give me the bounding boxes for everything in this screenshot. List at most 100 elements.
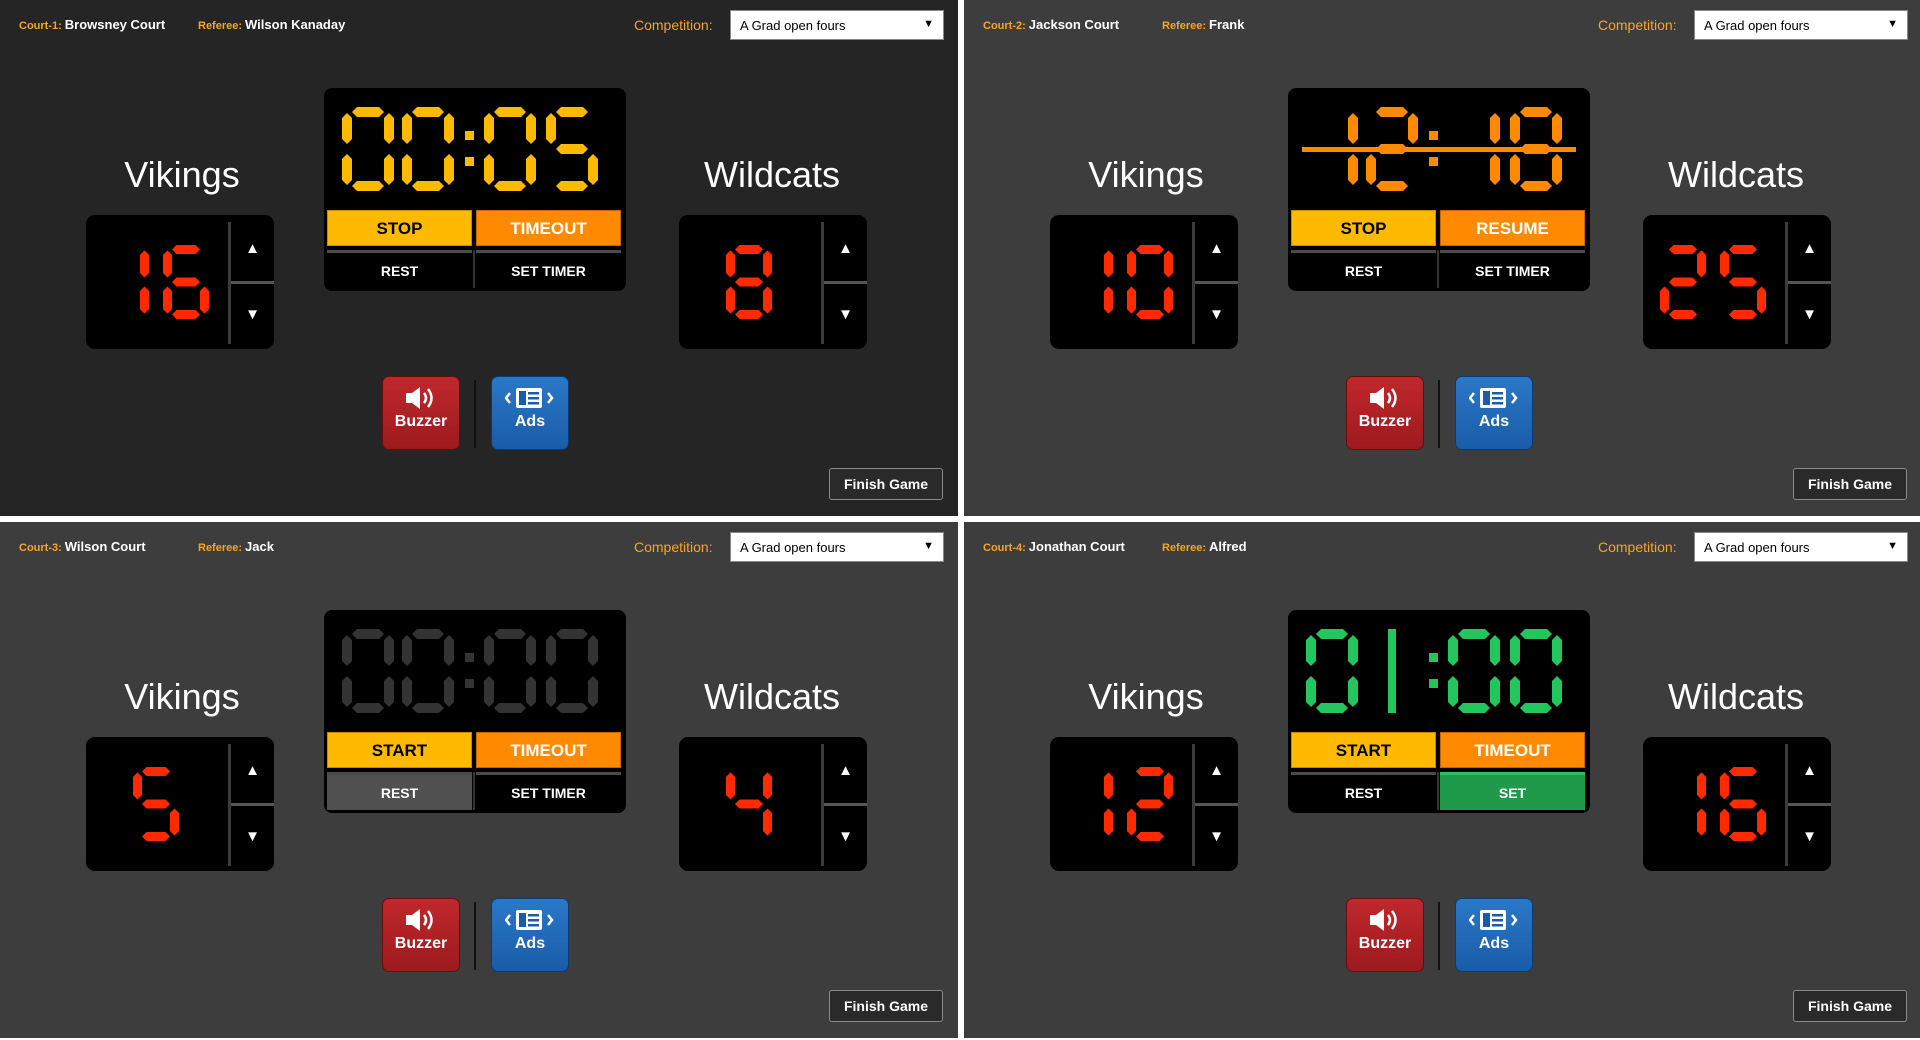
buzzer-button[interactable]: Buzzer [382, 898, 460, 972]
dropdown-arrow-icon: ▼ [1887, 18, 1898, 30]
score-up-right-button[interactable]: ▲ [824, 219, 867, 279]
triangle-down-icon: ▼ [245, 306, 260, 323]
set-timer-button[interactable]: SET TIMER [1440, 250, 1585, 288]
ads-label: Ads [1478, 935, 1510, 952]
buzzer-button[interactable]: Buzzer [1346, 376, 1424, 450]
divider [1438, 380, 1440, 448]
ads-label: Ads [1478, 413, 1510, 430]
court-name: Jonathan Court [1028, 539, 1125, 554]
rest-button[interactable]: REST [327, 772, 472, 810]
ad-panel-icon [1469, 388, 1518, 408]
triangle-up-icon: ▲ [838, 240, 853, 257]
score-box-right: ▲ ▼ [679, 215, 867, 349]
triangle-up-icon: ▲ [245, 240, 260, 257]
finish-game-button[interactable]: Finish Game [1793, 990, 1907, 1022]
team-name-right: Wildcats [703, 154, 841, 195]
score-down-left-button[interactable]: ▼ [1195, 807, 1238, 867]
buzzer-label: Buzzer [1358, 935, 1412, 952]
competition-value: A Grad open fours [740, 540, 846, 555]
finish-game-button[interactable]: Finish Game [829, 468, 943, 500]
score-down-right-button[interactable]: ▼ [824, 807, 867, 867]
competition-select[interactable]: A Grad open fours ▼ [1694, 532, 1908, 562]
score-up-left-button[interactable]: ▲ [231, 741, 274, 801]
divider [231, 281, 274, 284]
triangle-up-icon: ▲ [245, 762, 260, 779]
score-display-right [679, 754, 819, 854]
score-box-right: ▲ ▼ [679, 737, 867, 871]
speaker-volume-icon [406, 909, 433, 931]
score-down-right-button[interactable]: ▼ [1788, 807, 1831, 867]
rest-button[interactable]: REST [1291, 250, 1436, 288]
court-name: Browsney Court [64, 17, 166, 32]
referee-name: Alfred [1209, 539, 1247, 554]
referee-name: Jack [245, 539, 274, 554]
score-controls-left: ▲ ▼ [225, 737, 274, 871]
timer-primary-button[interactable]: STOP [1291, 210, 1436, 246]
team-name-right: Wildcats [703, 676, 841, 717]
score-display-right [1643, 754, 1783, 854]
team-name-right: Wildcats [1667, 676, 1805, 717]
ads-button[interactable]: Ads [1455, 898, 1533, 972]
referee-name: Wilson Kanaday [245, 17, 346, 32]
score-display-right [679, 232, 819, 332]
team-name-left: Vikings [1088, 154, 1204, 195]
competition-select[interactable]: A Grad open fours ▼ [1694, 10, 1908, 40]
score-box-left: ▲ ▼ [86, 215, 274, 349]
score-display-right [1643, 232, 1783, 332]
competition-select[interactable]: A Grad open fours ▼ [730, 10, 944, 40]
score-down-right-button[interactable]: ▼ [824, 285, 867, 345]
score-up-left-button[interactable]: ▲ [1195, 741, 1238, 801]
ads-button[interactable]: Ads [491, 898, 569, 972]
timer-primary-button[interactable]: START [1291, 732, 1436, 768]
score-down-left-button[interactable]: ▼ [231, 285, 274, 345]
ads-label: Ads [514, 413, 546, 430]
timer-digits-svg [342, 107, 598, 191]
score-up-right-button[interactable]: ▲ [824, 741, 867, 801]
divider [1437, 772, 1439, 810]
referee-info: Referee: Jack [198, 539, 274, 554]
divider [473, 250, 475, 288]
divider [824, 281, 867, 284]
score-box-right: ▲ ▼ [1643, 737, 1831, 871]
score-up-right-button[interactable]: ▲ [1788, 219, 1831, 279]
divider [1437, 250, 1439, 288]
set-timer-button[interactable]: SET TIMER [476, 250, 621, 288]
ads-button[interactable]: Ads [1455, 376, 1533, 450]
buzzer-button[interactable]: Buzzer [1346, 898, 1424, 972]
score-digits-svg [726, 772, 772, 836]
ads-button[interactable]: Ads [491, 376, 569, 450]
competition-select[interactable]: A Grad open fours ▼ [730, 532, 944, 562]
finish-game-button[interactable]: Finish Game [829, 990, 943, 1022]
triangle-down-icon: ▼ [1209, 306, 1224, 323]
dropdown-arrow-icon: ▼ [923, 540, 934, 552]
triangle-down-icon: ▼ [1802, 828, 1817, 845]
score-display-left [1050, 754, 1190, 854]
rest-button[interactable]: REST [327, 250, 472, 288]
timer-secondary-button[interactable]: TIMEOUT [476, 732, 621, 768]
court-id-label: Court-1: [19, 20, 62, 32]
set-timer-button[interactable]: SET [1440, 772, 1585, 810]
score-digits-svg [1104, 245, 1173, 319]
score-down-left-button[interactable]: ▼ [1195, 285, 1238, 345]
score-up-left-button[interactable]: ▲ [1195, 219, 1238, 279]
score-up-right-button[interactable]: ▲ [1788, 741, 1831, 801]
timer-secondary-button[interactable]: RESUME [1440, 210, 1585, 246]
score-up-left-button[interactable]: ▲ [231, 219, 274, 279]
buzzer-button[interactable]: Buzzer [382, 376, 460, 450]
competition-label: Competition: [634, 17, 713, 33]
divider [1438, 902, 1440, 970]
competition-value: A Grad open fours [1704, 540, 1810, 555]
finish-game-button[interactable]: Finish Game [1793, 468, 1907, 500]
timer-secondary-button[interactable]: TIMEOUT [476, 210, 621, 246]
triangle-up-icon: ▲ [1209, 762, 1224, 779]
score-controls-right: ▲ ▼ [818, 737, 867, 871]
score-down-right-button[interactable]: ▼ [1788, 285, 1831, 345]
score-down-left-button[interactable]: ▼ [231, 807, 274, 867]
competition-label: Competition: [1598, 17, 1677, 33]
timer-primary-button[interactable]: START [327, 732, 472, 768]
timer-secondary-button[interactable]: TIMEOUT [1440, 732, 1585, 768]
set-timer-button[interactable]: SET TIMER [476, 772, 621, 810]
score-box-left: ▲ ▼ [1050, 737, 1238, 871]
rest-button[interactable]: REST [1291, 772, 1436, 810]
timer-primary-button[interactable]: STOP [327, 210, 472, 246]
